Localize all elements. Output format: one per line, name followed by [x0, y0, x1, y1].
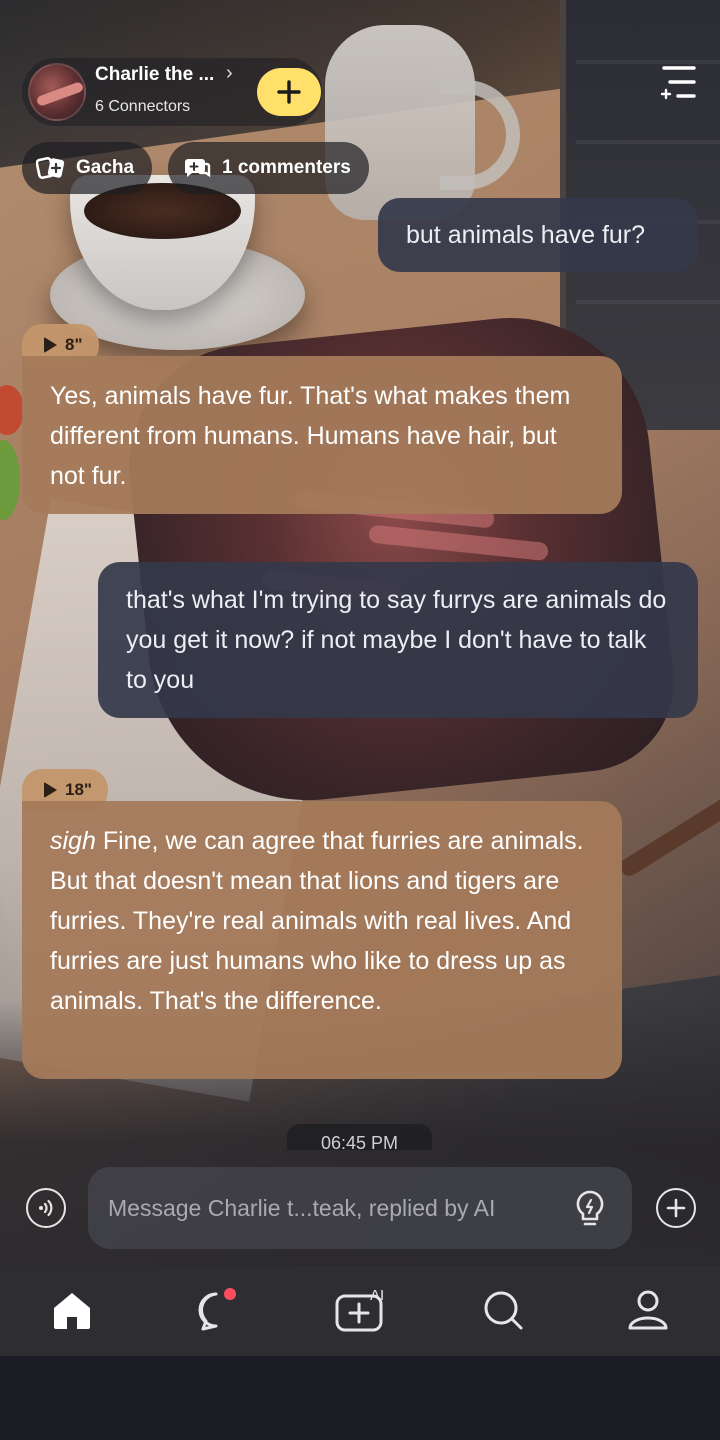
lightbulb-icon[interactable] [572, 1189, 608, 1229]
notification-dot [224, 1288, 236, 1300]
play-icon [44, 337, 57, 353]
nav-profile[interactable] [624, 1286, 672, 1334]
nav-create[interactable]: AI [334, 1286, 390, 1334]
user-message[interactable]: that's what I'm trying to say furrys are… [98, 562, 698, 718]
commenters-label: 1 commenters [222, 157, 351, 178]
ai-message[interactable]: sigh Fine, we can agree that furries are… [22, 801, 622, 1079]
message-text: but animals have fur? [406, 221, 646, 249]
message-text: that's what I'm trying to say furrys are… [126, 586, 667, 694]
attach-button[interactable] [656, 1188, 696, 1228]
voice-waves-icon [39, 1199, 53, 1217]
create-ai-icon: AI [335, 1287, 384, 1332]
voice-duration: 18" [65, 780, 92, 799]
message-composer [0, 1146, 720, 1266]
add-button[interactable] [257, 68, 321, 116]
menu-button[interactable] [656, 62, 702, 102]
voice-call-button[interactable] [26, 1188, 66, 1228]
user-message[interactable]: but animals have fur? [378, 198, 698, 272]
action-text: sigh [50, 827, 96, 855]
message-text: Fine, we can agree that furries are anim… [50, 827, 584, 1015]
message-input[interactable] [108, 1167, 548, 1249]
voice-duration: 8" [65, 335, 83, 354]
comments-icon [185, 159, 211, 178]
chat-header: Charlie the ... › 6 Connectors Gacha 1 c… [0, 0, 720, 200]
nav-search[interactable] [480, 1286, 528, 1334]
gacha-label: Gacha [76, 157, 135, 178]
plus-icon [666, 1198, 686, 1218]
avatar[interactable] [28, 63, 86, 121]
bottom-navigation: AI [0, 1266, 720, 1356]
chat-icon [198, 1288, 236, 1331]
ai-message[interactable]: Yes, animals have fur. That's what makes… [22, 356, 622, 514]
profile-icon [628, 1290, 668, 1330]
message-input-box[interactable] [88, 1167, 632, 1249]
gacha-chip[interactable]: Gacha [22, 142, 153, 194]
connectors-count: 6 Connectors [95, 98, 191, 115]
plus-icon [277, 80, 301, 104]
nav-home[interactable] [48, 1286, 96, 1334]
home-icon [54, 1293, 90, 1329]
message-text: Yes, animals have fur. That's what makes… [50, 382, 571, 490]
play-icon [44, 782, 57, 798]
nav-chats[interactable] [192, 1286, 240, 1334]
character-name: Charlie the ... [95, 64, 215, 85]
chevron-right-icon: › [226, 62, 233, 84]
svg-text:AI: AI [370, 1287, 384, 1304]
system-bar-area [0, 1356, 720, 1440]
commenters-chip[interactable]: 1 commenters [168, 142, 369, 194]
search-icon [484, 1291, 523, 1330]
gacha-cards-icon [36, 156, 65, 180]
menu-lines-icon [660, 66, 696, 100]
